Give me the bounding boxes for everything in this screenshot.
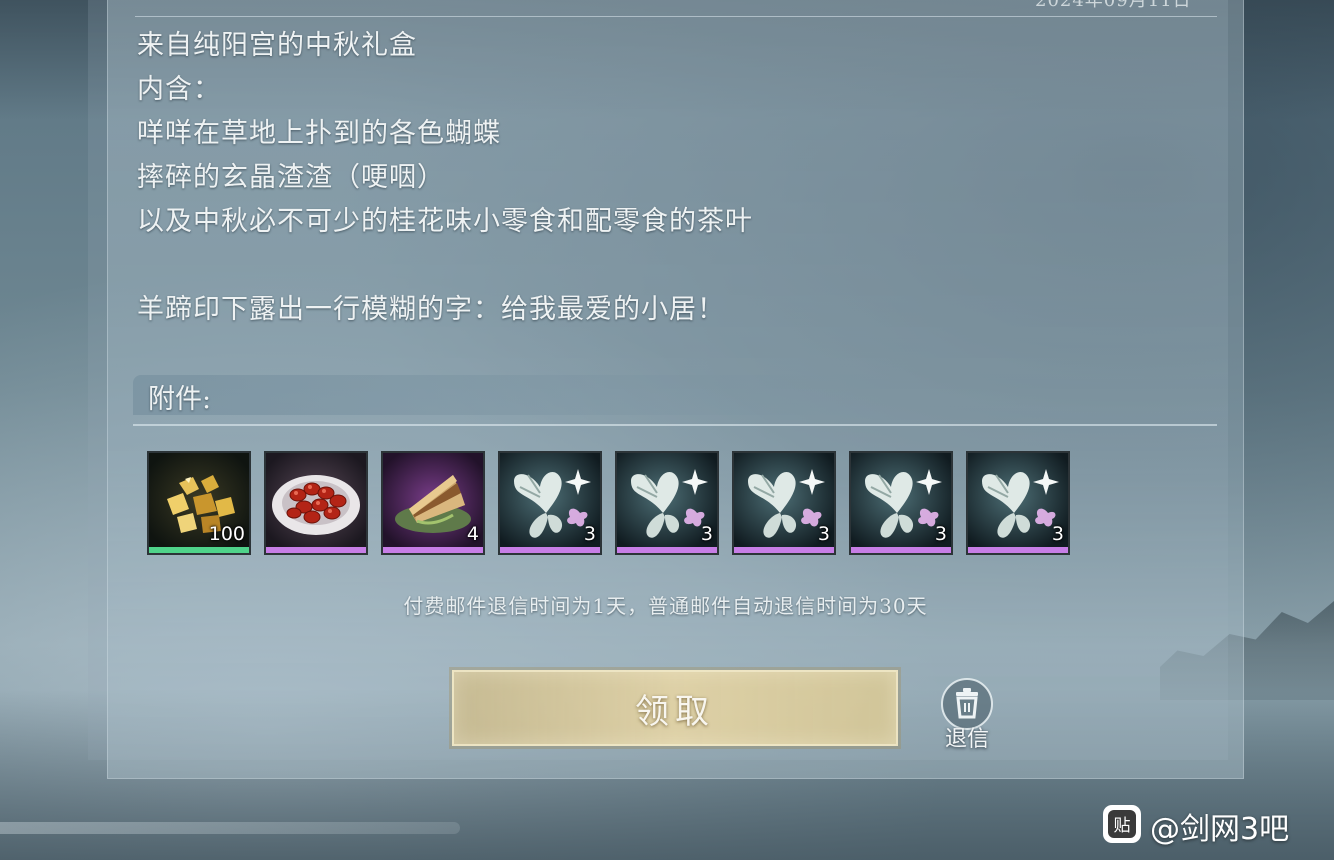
mail-line: 摔碎的玄晶渣渣（哽咽） (137, 162, 445, 193)
attachment-item[interactable] (264, 451, 368, 555)
attachment-item[interactable]: 3 (849, 451, 953, 555)
rarity-bar (383, 547, 483, 553)
item-count: 3 (583, 523, 596, 545)
mail-body: 来自纯阳宫的中秋礼盒 内含： 咩咩在草地上扑到的各色蝴蝶 摔碎的玄晶渣渣（哽咽）… (137, 26, 1197, 334)
mail-date: 2024年09月11日 (1035, 0, 1192, 11)
rarity-bar (617, 547, 717, 553)
attachment-item[interactable]: 3 (732, 451, 836, 555)
attachment-item[interactable]: 3 (615, 451, 719, 555)
watermark: 贴 @剑网3吧 (1102, 800, 1334, 848)
attachment-item[interactable]: 100 (147, 451, 251, 555)
item-count: 3 (934, 523, 947, 545)
item-count: 3 (817, 523, 830, 545)
rarity-bar (968, 547, 1068, 553)
item-count: 3 (700, 523, 713, 545)
mail-line: 咩咩在草地上扑到的各色蝴蝶 (137, 118, 501, 149)
attachments-label: 附件: (148, 384, 212, 415)
rarity-bar (734, 547, 834, 553)
claim-button-label: 领取 (635, 691, 715, 732)
attachment-item[interactable]: 3 (966, 451, 1070, 555)
mail-header-divider: 2024年09月11日 (135, 0, 1217, 17)
mail-line: 来自纯阳宫的中秋礼盒 (137, 30, 417, 61)
rarity-bar (266, 547, 366, 553)
return-policy-notice: 付费邮件退信时间为1天，普通邮件自动退信时间为30天 (403, 594, 928, 618)
attachments-divider (133, 424, 1217, 426)
scrollbar[interactable] (0, 822, 460, 834)
return-mail-button[interactable]: 退信 (936, 673, 998, 753)
attachment-list: 100 4 3 3 3 3 3 (147, 451, 1077, 555)
tieba-logo-icon: 贴 (1103, 805, 1141, 843)
candied-dates-plate-icon (266, 453, 366, 547)
attachment-item[interactable]: 3 (498, 451, 602, 555)
mail-line: 羊蹄印下露出一行模糊的字：给我最爱的小居！ (137, 294, 725, 325)
claim-button[interactable]: 领取 (452, 670, 898, 746)
notice-row: 付费邮件退信时间为1天，普通邮件自动退信时间为30天 (0, 590, 1334, 619)
watermark-text: @剑网3吧 (1150, 812, 1290, 847)
svg-text:贴: 贴 (1114, 816, 1131, 836)
attachments-header (133, 375, 1217, 415)
return-mail-label: 退信 (944, 727, 989, 752)
mail-line-blank (137, 246, 1197, 290)
rarity-bar (851, 547, 951, 553)
rarity-bar (500, 547, 600, 553)
mail-line: 内含： (137, 74, 221, 105)
rarity-bar (149, 547, 249, 553)
item-count: 100 (208, 523, 245, 545)
item-count: 3 (1051, 523, 1064, 545)
attachment-item[interactable]: 4 (381, 451, 485, 555)
item-count: 4 (466, 523, 479, 545)
mail-line: 以及中秋必不可少的桂花味小零食和配零食的茶叶 (137, 206, 753, 237)
